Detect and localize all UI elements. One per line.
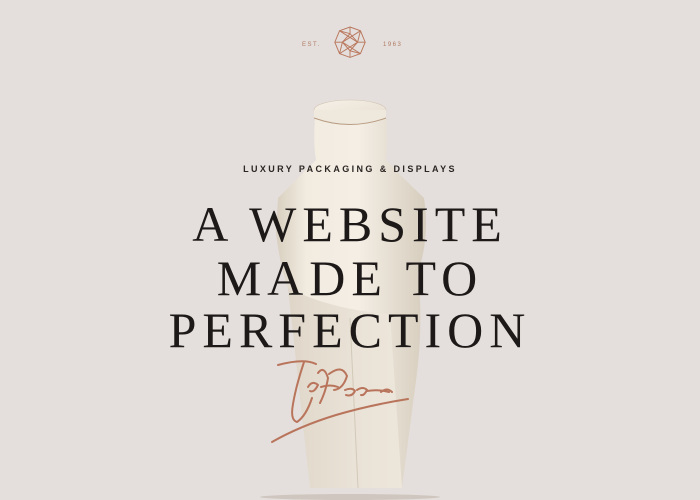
- hero-headline-line: PERFECTION: [168, 302, 532, 358]
- handwritten-signature-icon: [271, 360, 409, 443]
- brand-mark: EST. 1963: [0, 22, 700, 72]
- est-label: EST.: [302, 42, 321, 48]
- geometric-crystal-logo-icon[interactable]: [331, 23, 369, 69]
- founding-year-label: 1963: [383, 42, 403, 48]
- landing-hero-page: EST. 1963 LUXURY PACKAGING & DISPLAYS A …: [0, 0, 700, 500]
- hero-eyebrow: LUXURY PACKAGING & DISPLAYS: [243, 164, 457, 174]
- hero-headline-line: A WEBSITE: [192, 196, 508, 252]
- hero-headline-line: MADE TO: [216, 250, 484, 306]
